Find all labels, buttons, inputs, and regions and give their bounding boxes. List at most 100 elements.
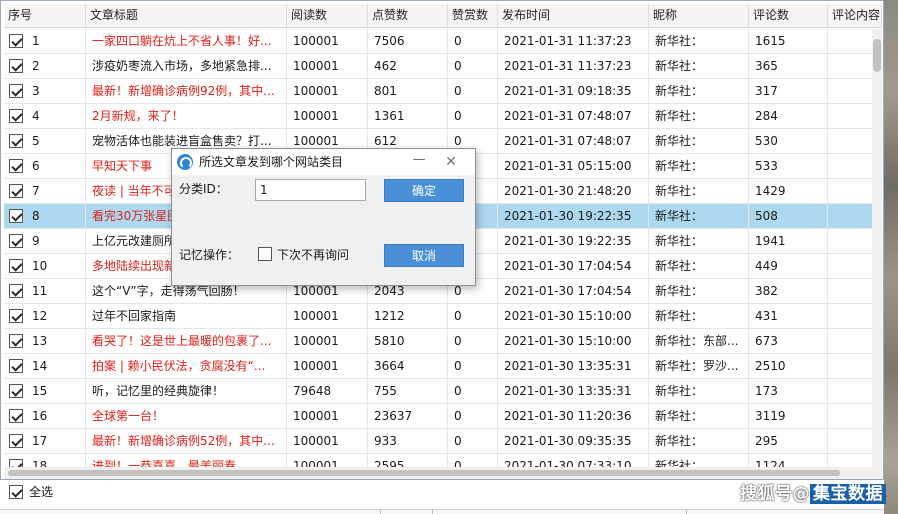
horizontal-scroll-thumb[interactable] xyxy=(8,470,840,476)
table-row[interactable]: 13 看哭了！这是世上最暖的包裹了... 100001 5810 0 2021-01-30… xyxy=(4,329,882,354)
cell-rewards: 0 xyxy=(448,404,498,429)
row-checkbox[interactable] xyxy=(9,184,23,198)
row-checkbox[interactable] xyxy=(9,109,23,123)
cell-comments: 1941 xyxy=(749,229,828,254)
column-header-title[interactable]: 文章标题 xyxy=(86,4,287,28)
cell-publish-time: 2021-01-31 11:37:23 xyxy=(498,29,649,54)
background-image-strip xyxy=(884,0,898,514)
cell-title: 2月新规，来了！ xyxy=(86,104,287,129)
cell-rewards: 0 xyxy=(448,29,498,54)
row-checkbox[interactable] xyxy=(9,234,23,248)
cell-nickname: 新华社： xyxy=(649,254,749,279)
row-index: 5 xyxy=(32,134,40,148)
row-checkbox[interactable] xyxy=(9,309,23,323)
column-header-rewards[interactable]: 赞赏数 xyxy=(448,4,498,28)
cell-publish-time: 2021-01-30 15:10:00 xyxy=(498,304,649,329)
vertical-scrollbar[interactable] xyxy=(872,29,882,467)
close-icon[interactable]: ✕ xyxy=(440,149,462,175)
cell-index: 16 xyxy=(4,404,86,429)
cell-nickname: 新华社： xyxy=(649,129,749,154)
cell-comments: 431 xyxy=(749,304,828,329)
column-header-reads[interactable]: 阅读数 xyxy=(287,4,368,28)
cancel-button[interactable]: 取消 xyxy=(384,244,464,267)
cell-comments: 673 xyxy=(749,329,828,354)
table-row[interactable]: 2 涉疫奶枣流入市场，多地紧急排... 100001 462 0 2021-01-31 1… xyxy=(4,54,882,79)
cell-comments: 1124 xyxy=(749,454,828,467)
row-checkbox[interactable] xyxy=(9,59,23,73)
table-row[interactable]: 1 一家四口躺在炕上不省人事！好... 100001 7506 0 2021-01-31 … xyxy=(4,29,882,54)
dont-ask-again-label[interactable]: 下次不再询问 xyxy=(277,246,349,264)
row-index: 12 xyxy=(32,309,48,323)
cell-title: 听，记忆里的经典旋律！ xyxy=(86,379,287,404)
vertical-scroll-thumb[interactable] xyxy=(873,39,881,72)
row-checkbox[interactable] xyxy=(9,259,23,273)
cell-publish-time: 2021-01-30 21:48:20 xyxy=(498,179,649,204)
cell-nickname: 新华社： xyxy=(649,29,749,54)
row-index: 16 xyxy=(32,409,48,423)
table-row[interactable]: 17 最新！新增确诊病例52例，其中... 100001 933 0 2021-01-30… xyxy=(4,429,882,454)
column-header-index[interactable]: 序号 xyxy=(4,4,86,28)
cell-reads: 100001 xyxy=(287,54,368,79)
row-checkbox[interactable] xyxy=(9,84,23,98)
dialog-title: 所选文章发到哪个网站类目 xyxy=(199,155,344,169)
cell-index: 6 xyxy=(4,154,86,179)
cell-index: 2 xyxy=(4,54,86,79)
column-header-comment-content[interactable]: 评论内容 xyxy=(828,4,882,28)
cell-index: 5 xyxy=(4,129,86,154)
table-row[interactable]: 3 最新！新增确诊病例92例，其中... 100001 801 0 2021-01-31 … xyxy=(4,79,882,104)
confirm-button[interactable]: 确定 xyxy=(384,179,464,202)
dialog-title-bar[interactable]: 所选文章发到哪个网站类目 — ✕ xyxy=(172,149,475,175)
row-index: 17 xyxy=(32,434,48,448)
row-checkbox[interactable] xyxy=(9,434,23,448)
cell-index: 13 xyxy=(4,329,86,354)
column-header-publish-time[interactable]: 发布时间 xyxy=(498,4,649,28)
row-checkbox[interactable] xyxy=(9,359,23,373)
cell-likes: 1361 xyxy=(368,104,448,129)
row-checkbox[interactable] xyxy=(9,284,23,298)
select-all-label[interactable]: 全选 xyxy=(29,485,53,500)
cell-likes: 462 xyxy=(368,54,448,79)
row-index: 10 xyxy=(32,259,48,273)
row-checkbox[interactable] xyxy=(9,384,23,398)
select-all-checkbox[interactable] xyxy=(9,485,23,499)
row-index: 6 xyxy=(32,159,40,173)
cell-nickname: 新华社： xyxy=(649,404,749,429)
app-logo-icon xyxy=(177,154,193,170)
row-checkbox[interactable] xyxy=(9,34,23,48)
cell-rewards: 0 xyxy=(448,379,498,404)
minimize-icon[interactable]: — xyxy=(408,149,430,175)
row-index: 13 xyxy=(32,334,48,348)
column-header-nickname[interactable]: 昵称 xyxy=(649,4,749,28)
cell-rewards: 0 xyxy=(448,329,498,354)
column-header-comments[interactable]: 评论数 xyxy=(749,4,828,28)
table-row[interactable]: 16 全球第一台！ 100001 23637 0 2021-01-30 11:20:36 新… xyxy=(4,404,882,429)
table-header: 序号 文章标题 阅读数 点赞数 赞赏数 发布时间 昵称 评论数 评论内容 xyxy=(4,4,882,28)
dont-ask-again-checkbox[interactable] xyxy=(258,247,272,261)
row-index: 14 xyxy=(32,359,48,373)
row-checkbox[interactable] xyxy=(9,409,23,423)
cell-publish-time: 2021-01-30 17:04:54 xyxy=(498,254,649,279)
row-index: 11 xyxy=(32,284,48,298)
table-row[interactable]: 15 听，记忆里的经典旋律！ 79648 755 0 2021-01-30 13:35:3… xyxy=(4,379,882,404)
cell-index: 8 xyxy=(4,204,86,229)
horizontal-scrollbar[interactable] xyxy=(4,467,872,479)
table-row[interactable]: 12 过年不回家指南 100001 1212 0 2021-01-30 15:10:00 新… xyxy=(4,304,882,329)
cell-reads: 100001 xyxy=(287,354,368,379)
table-row[interactable]: 18 进到！一恭喜喜，最美丽春... 100001 2595 0 2021-01-30 0… xyxy=(4,454,882,467)
cell-comments: 365 xyxy=(749,54,828,79)
column-header-likes[interactable]: 点赞数 xyxy=(368,4,448,28)
row-checkbox[interactable] xyxy=(9,209,23,223)
row-checkbox[interactable] xyxy=(9,334,23,348)
cell-rewards: 0 xyxy=(448,454,498,467)
scrollbar-corner xyxy=(872,467,882,479)
row-checkbox[interactable] xyxy=(9,159,23,173)
table-row[interactable]: 14 拍案 | 赖小民伏法，贪腐没有“... 100001 3664 0 2021-01-… xyxy=(4,354,882,379)
cell-title: 拍案 | 赖小民伏法，贪腐没有“... xyxy=(86,354,287,379)
row-checkbox[interactable] xyxy=(9,134,23,148)
row-checkbox[interactable] xyxy=(9,459,23,467)
cell-reads: 100001 xyxy=(287,429,368,454)
category-id-input[interactable]: 1 xyxy=(255,179,366,201)
cell-publish-time: 2021-01-30 11:20:36 xyxy=(498,404,649,429)
table-row[interactable]: 4 2月新规，来了！ 100001 1361 0 2021-01-31 07:48:07 新… xyxy=(4,104,882,129)
cell-nickname: 新华社： xyxy=(649,279,749,304)
